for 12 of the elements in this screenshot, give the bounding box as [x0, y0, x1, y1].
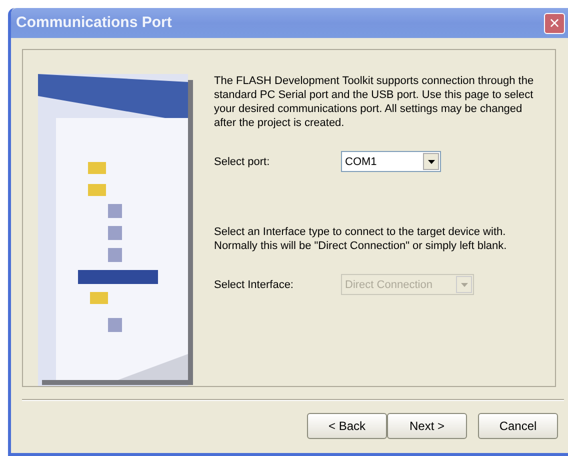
description-text: The FLASH Development Toolkit supports connection through the standard PC Serial port and the USB port. Use this page to select your desired communications port. All settings may be changed after the project is created. — [214, 74, 535, 130]
back-button[interactable]: < Back — [307, 413, 387, 439]
cancel-button[interactable]: Cancel — [478, 413, 558, 439]
port-label: Select port: — [214, 154, 271, 168]
interface-label: Select Interface: — [214, 278, 294, 292]
close-button[interactable]: × — [544, 12, 565, 34]
caret-icon — [423, 153, 439, 170]
next-button[interactable]: Next > — [387, 413, 467, 439]
interface-hint-text: Select an Interface type to connect to the target device with. Normally this will be "Direct Connection" or simply left blank. — [214, 225, 508, 253]
window-title: Communications Port — [16, 12, 172, 33]
port-dropdown[interactable]: COM1 — [341, 151, 441, 172]
caret-icon — [456, 276, 472, 293]
